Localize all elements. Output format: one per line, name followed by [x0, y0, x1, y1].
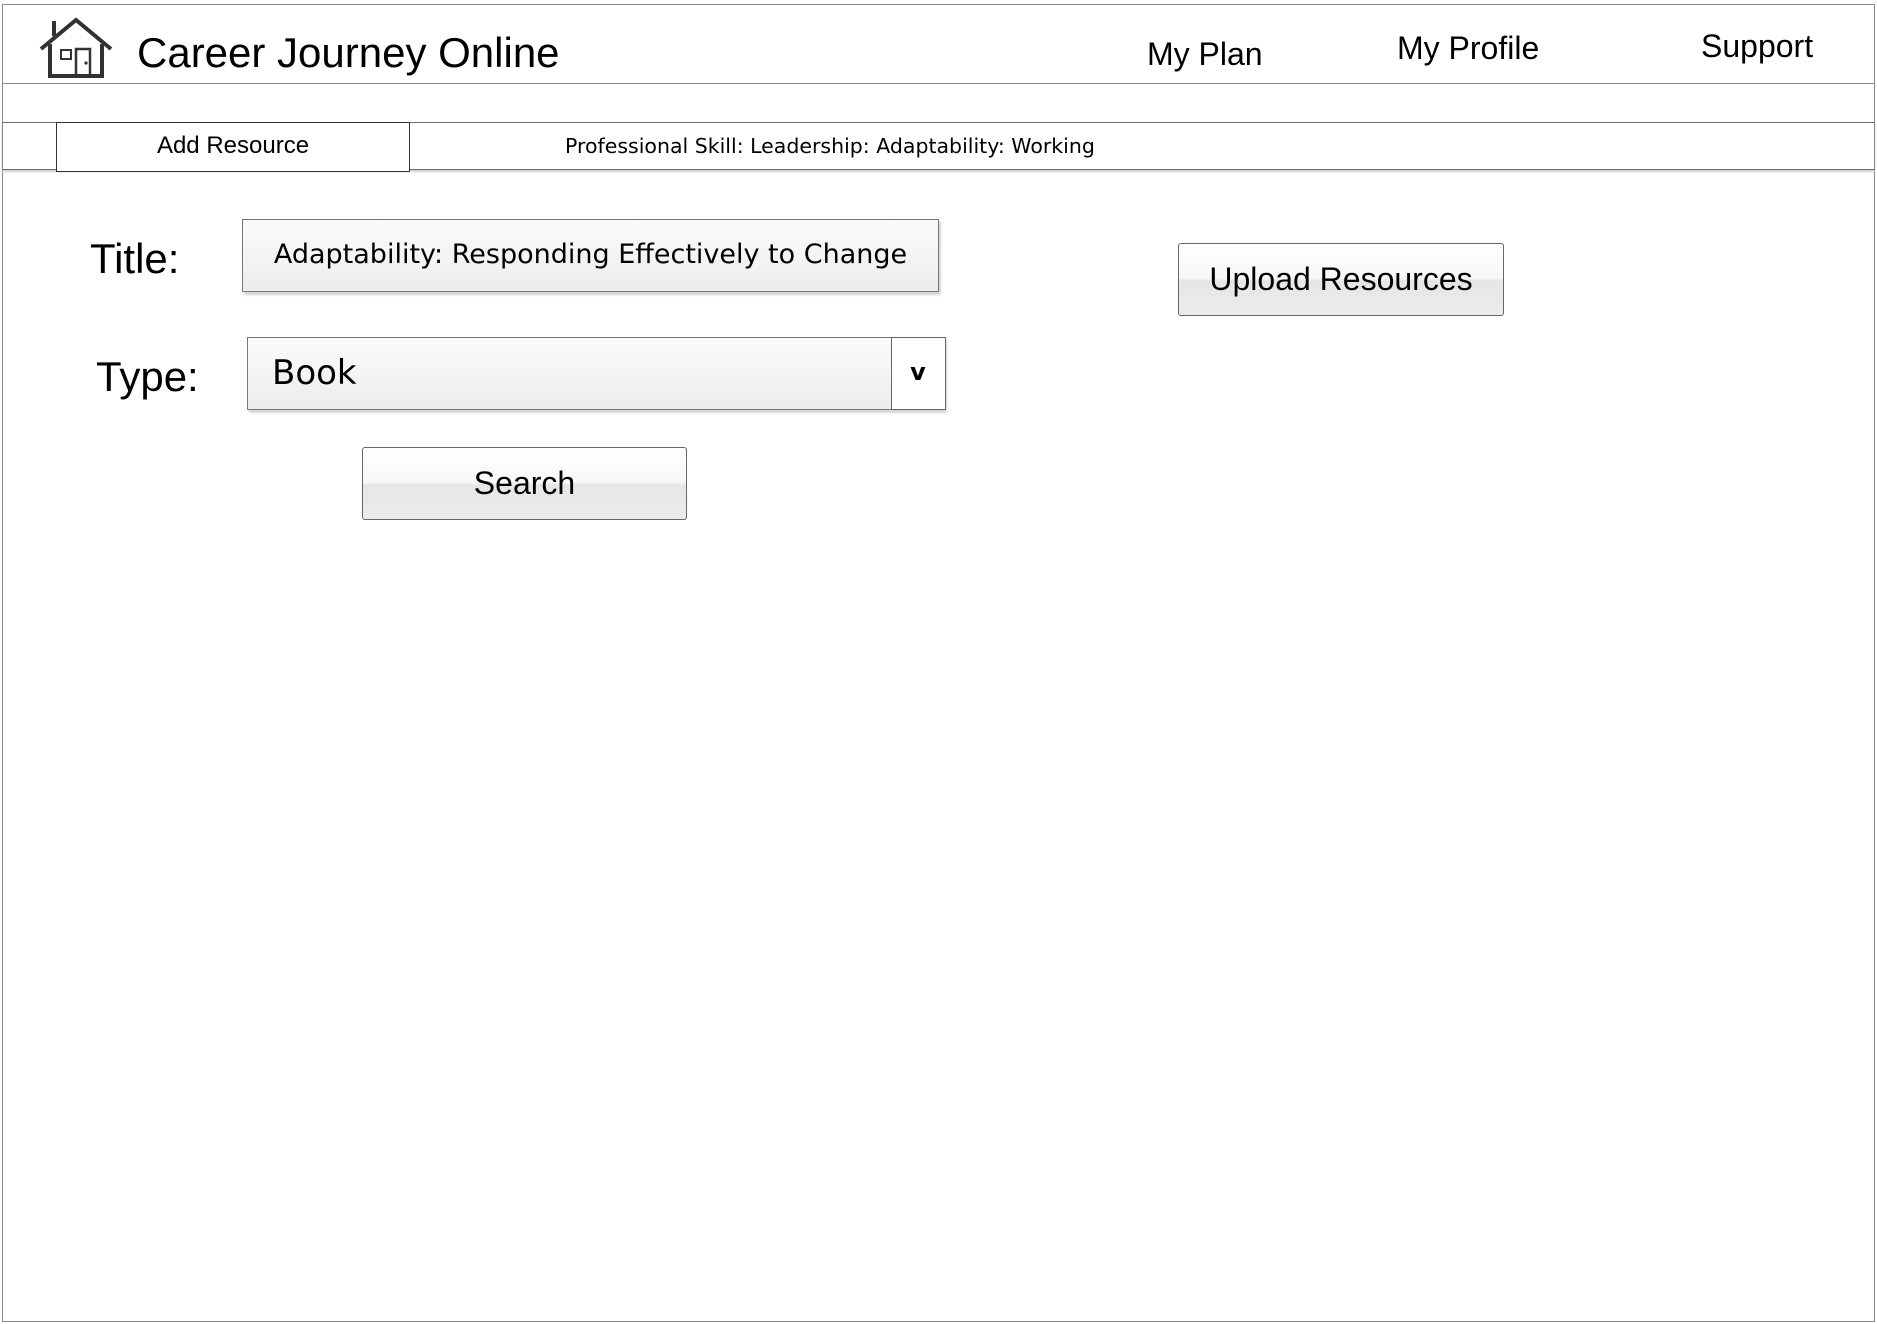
- type-select[interactable]: Book v: [247, 336, 946, 410]
- tab-add-resource[interactable]: Add Resource: [56, 122, 410, 172]
- breadcrumb: Professional Skill: Leadership: Adaptabi…: [565, 134, 1095, 158]
- top-nav-bar: Career Journey Online My Plan My Profile…: [2, 4, 1875, 84]
- type-label: Type:: [96, 353, 199, 400]
- nav-my-plan[interactable]: My Plan: [1147, 34, 1263, 74]
- title-label: Title:: [90, 235, 180, 282]
- upload-resources-button[interactable]: Upload Resources: [1178, 243, 1504, 316]
- chevron-down-icon[interactable]: v: [890, 336, 946, 410]
- type-selected-value: Book: [272, 353, 357, 393]
- nav-support[interactable]: Support: [1701, 26, 1813, 66]
- home-icon[interactable]: [38, 16, 114, 80]
- app-title: Career Journey Online: [137, 29, 560, 76]
- app-window: [2, 4, 1875, 1322]
- search-button[interactable]: Search: [362, 447, 687, 520]
- nav-my-profile[interactable]: My Profile: [1397, 28, 1539, 68]
- title-field[interactable]: Adaptability: Responding Effectively to …: [242, 219, 939, 292]
